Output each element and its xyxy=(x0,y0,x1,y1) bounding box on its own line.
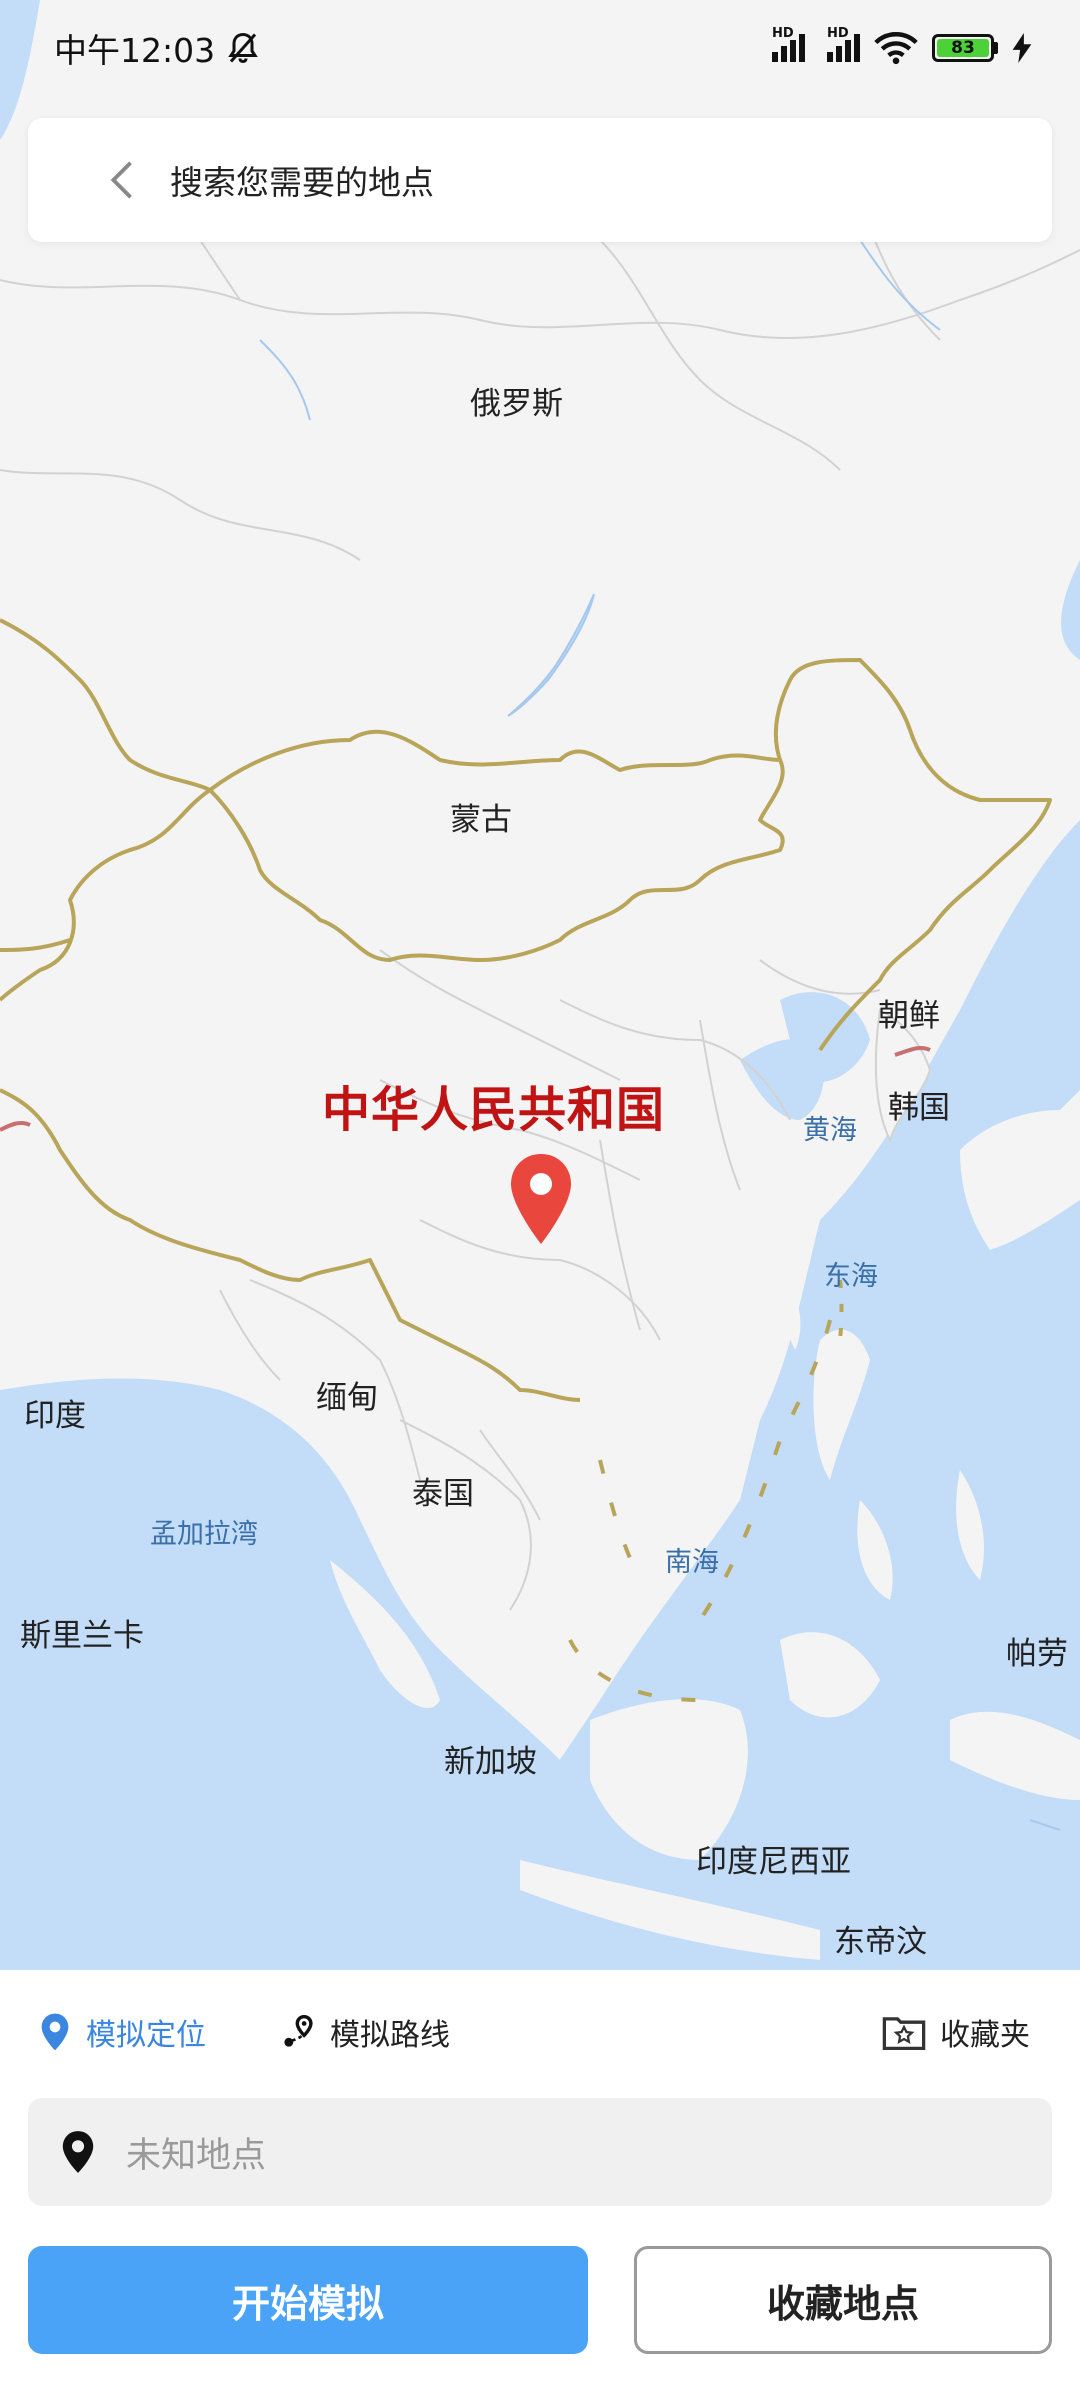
start-simulation-button[interactable]: 开始模拟 xyxy=(28,2246,588,2354)
tab-simulate-location[interactable]: 模拟定位 xyxy=(38,2010,206,2054)
charging-icon xyxy=(1012,33,1032,63)
location-pin-icon xyxy=(41,2013,69,2051)
search-input[interactable]: 搜索您需要的地点 xyxy=(170,156,434,204)
wifi-icon xyxy=(874,32,918,65)
mode-tabs: 模拟定位 模拟路线 收藏夹 xyxy=(0,1970,1080,2100)
folder-star-icon xyxy=(882,2017,926,2050)
battery-icon: 83 xyxy=(932,34,998,62)
bottom-panel: 模拟定位 模拟路线 收藏夹 未知地点 开始模拟 收藏地点 xyxy=(0,1970,1080,2400)
map-label-north-korea: 朝鲜 xyxy=(878,998,940,1034)
map-label-sri-lanka: 斯里兰卡 xyxy=(20,1618,144,1654)
map-label-singapore: 新加坡 xyxy=(444,1744,537,1780)
search-bar[interactable]: 搜索您需要的地点 xyxy=(28,118,1052,242)
location-field[interactable]: 未知地点 xyxy=(28,2098,1052,2206)
status-time: 中午12:03 xyxy=(54,31,216,70)
map-pin-icon[interactable] xyxy=(508,1152,574,1246)
tab-simulate-route[interactable]: 模拟路线 xyxy=(282,2010,450,2054)
tab-label: 模拟定位 xyxy=(86,2018,206,2053)
favorites-label: 收藏夹 xyxy=(940,2018,1030,2053)
signal-strength-icon-2: HD xyxy=(827,26,860,62)
map-label-bay-of-bengal: 孟加拉湾 xyxy=(150,1519,258,1550)
bell-off-icon xyxy=(228,32,258,64)
map-label-south-korea: 韩国 xyxy=(888,1090,950,1126)
map-label-russia: 俄罗斯 xyxy=(470,386,563,422)
map-label-mongolia: 蒙古 xyxy=(450,802,512,838)
location-value: 未知地点 xyxy=(126,2135,267,2176)
favorites-folder-button[interactable]: 收藏夹 xyxy=(882,2010,1030,2054)
map-label-china: 中华人民共和国 xyxy=(322,1082,666,1138)
map-label-india: 印度 xyxy=(24,1398,86,1434)
location-marker-icon xyxy=(50,2124,106,2180)
map-label-myanmar: 缅甸 xyxy=(316,1380,378,1416)
tab-label: 模拟路线 xyxy=(330,2018,450,2053)
map-view[interactable] xyxy=(0,0,1080,1970)
back-arrow-icon[interactable] xyxy=(86,145,156,215)
map-label-yellow-sea: 黄海 xyxy=(803,1115,857,1146)
save-location-button[interactable]: 收藏地点 xyxy=(634,2246,1052,2354)
map-label-south-sea: 南海 xyxy=(665,1547,719,1578)
map-label-indonesia: 印度尼西亚 xyxy=(696,1844,851,1880)
map-label-east-sea: 东海 xyxy=(824,1261,878,1292)
map-label-thailand: 泰国 xyxy=(412,1476,474,1512)
signal-strength-icon: HD xyxy=(772,26,805,62)
map-label-palau: 帕劳 xyxy=(1006,1636,1068,1672)
status-bar: 中午12:03 HD HD 83 xyxy=(0,0,1080,96)
route-icon xyxy=(284,2014,313,2047)
map-label-east-timor: 东帝汶 xyxy=(834,1924,927,1960)
